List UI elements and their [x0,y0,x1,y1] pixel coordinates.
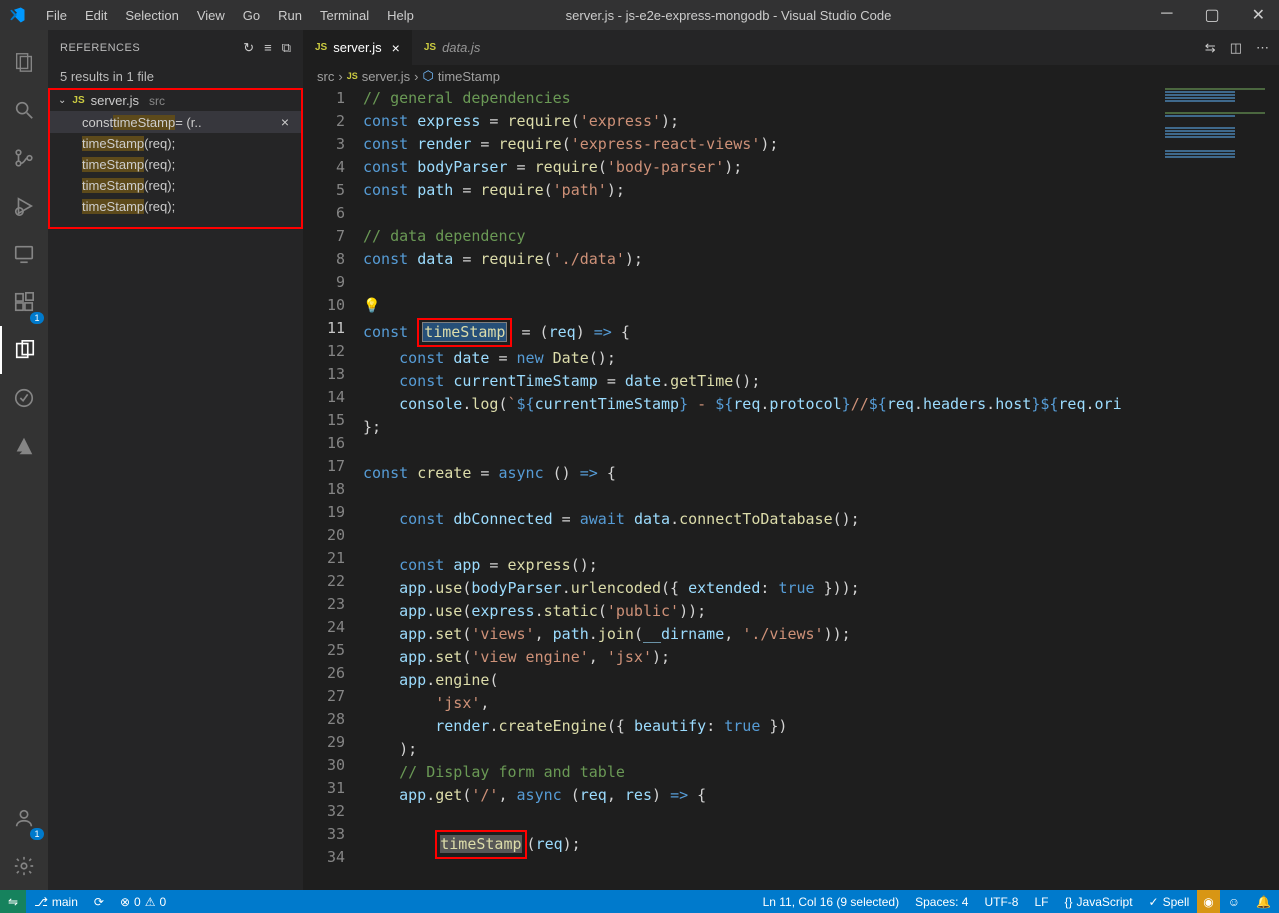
breadcrumb[interactable]: src › JS server.js › ⬡ timeStamp [303,65,1279,87]
problems[interactable]: ⊗0 ⚠0 [112,895,174,909]
symbol-icon: ⬡ [422,68,433,84]
window-controls: ─ ▢ ✕ [1155,5,1271,25]
line-gutter: 1234567891011121314151617181920212223242… [303,87,363,890]
js-icon: JS [72,95,84,106]
menu-view[interactable]: View [189,4,233,27]
sidebar-title: REFERENCES [60,42,140,54]
encoding[interactable]: UTF-8 [976,890,1026,913]
compare-icon[interactable]: ⇆ [1205,40,1216,56]
reference-item[interactable]: const timeStamp = (r..× [50,111,301,133]
braces-icon: {} [1065,895,1073,909]
sync-button[interactable]: ⟳ [86,895,112,909]
minimap[interactable] [1165,87,1265,387]
notifications-icon[interactable]: 🔔 [1248,890,1279,913]
window-title: server.js - js-e2e-express-mongodb - Vis… [302,8,1155,23]
extensions-icon[interactable]: 1 [0,278,48,326]
indentation[interactable]: Spaces: 4 [907,890,976,913]
settings-gear-icon[interactable] [0,842,48,890]
reference-file[interactable]: ⌄ JS server.js src [50,90,301,111]
annotation-red-box: ⌄ JS server.js src const timeStamp = (r.… [48,88,303,229]
editor: JS server.js × JS data.js ⇆ ◫ ⋯ src › JS… [303,30,1279,890]
code-content[interactable]: // general dependencies const express = … [363,87,1279,890]
run-debug-icon[interactable] [0,182,48,230]
feedback-icon[interactable]: ☺ [1220,890,1248,913]
branch-icon: ⎇ [34,895,48,909]
reference-item[interactable]: timeStamp(req); [50,154,301,175]
reference-item[interactable]: timeStamp(req); [50,133,301,154]
breadcrumb-file[interactable]: server.js [362,69,410,84]
clear-icon[interactable]: ≡ [264,40,272,56]
vscode-logo-icon [8,6,26,24]
tab-server-js[interactable]: JS server.js × [303,30,412,65]
split-editor-icon[interactable]: ◫ [1230,40,1242,56]
maximize-icon[interactable]: ▢ [1198,5,1225,25]
accounts-icon[interactable]: 1 [0,794,48,842]
testing-icon[interactable] [0,374,48,422]
copilot-icon[interactable]: ◉ [1197,890,1219,913]
close-icon[interactable]: ✕ [1246,5,1271,25]
menu-edit[interactable]: Edit [77,4,115,27]
reference-item[interactable]: timeStamp(req); [50,175,301,196]
breadcrumb-symbol[interactable]: timeStamp [438,69,500,84]
error-icon: ⊗ [120,895,130,909]
remote-indicator[interactable]: ⇋ [0,890,26,913]
cursor-position[interactable]: Ln 11, Col 16 (9 selected) [755,890,908,913]
sidebar-header: REFERENCES ↻ ≡ ⧉ [48,30,303,65]
language-mode[interactable]: {} JavaScript [1057,890,1141,913]
menu-file[interactable]: File [38,4,75,27]
statusbar: ⇋ ⎇main ⟳ ⊗0 ⚠0 Ln 11, Col 16 (9 selecte… [0,890,1279,913]
explorer-icon[interactable] [0,38,48,86]
remote-icon: ⇋ [8,895,18,909]
js-icon: JS [347,71,358,81]
spell-check[interactable]: ✓ Spell [1141,890,1198,913]
minimize-icon[interactable]: ─ [1155,5,1178,25]
more-icon[interactable]: ⋯ [1256,40,1269,56]
code-editor[interactable]: 1234567891011121314151617181920212223242… [303,87,1279,890]
warning-icon: ⚠ [145,895,156,909]
git-branch[interactable]: ⎇main [26,895,86,909]
sync-icon: ⟳ [94,895,104,909]
source-control-icon[interactable] [0,134,48,182]
collapse-icon[interactable]: ⧉ [282,40,291,56]
eol[interactable]: LF [1026,890,1056,913]
close-tab-icon[interactable]: × [392,40,400,56]
azure-icon[interactable] [0,422,48,470]
tab-label: data.js [442,40,480,55]
titlebar: File Edit Selection View Go Run Terminal… [0,0,1279,30]
js-icon: JS [315,42,327,53]
tab-label: server.js [333,40,381,55]
reference-file-name: server.js [91,93,139,108]
references-icon[interactable] [0,326,48,374]
reference-file-path: src [149,94,165,108]
editor-tabs: JS server.js × JS data.js ⇆ ◫ ⋯ [303,30,1279,65]
reference-item[interactable]: timeStamp(req); [50,196,301,217]
references-summary: 5 results in 1 file [48,65,303,88]
sidebar-actions: ↻ ≡ ⧉ [243,40,291,56]
menu-go[interactable]: Go [235,4,268,27]
search-icon[interactable] [0,86,48,134]
menu-selection[interactable]: Selection [117,4,186,27]
chevron-down-icon: ⌄ [58,95,66,106]
js-icon: JS [424,42,436,53]
tab-data-js[interactable]: JS data.js [412,30,493,65]
breadcrumb-folder[interactable]: src [317,69,334,84]
dismiss-icon[interactable]: × [281,114,289,130]
references-sidebar: REFERENCES ↻ ≡ ⧉ 5 results in 1 file ⌄ J… [48,30,303,890]
remote-explorer-icon[interactable] [0,230,48,278]
activitybar: 1 1 [0,30,48,890]
refresh-icon[interactable]: ↻ [243,40,254,56]
